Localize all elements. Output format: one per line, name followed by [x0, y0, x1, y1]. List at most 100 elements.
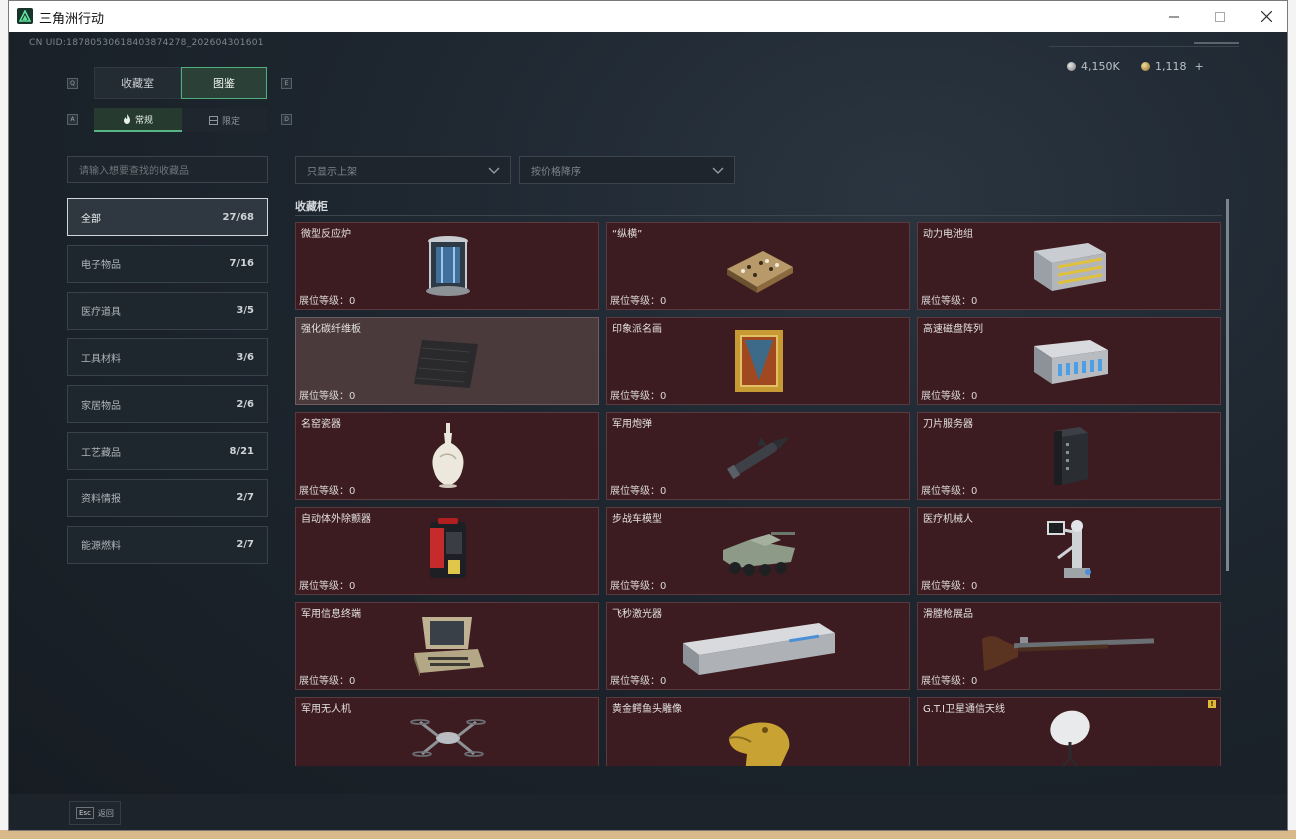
key-hint-a: A: [67, 114, 78, 125]
collection-card[interactable]: “纵横” 展位等级：0: [606, 222, 910, 310]
micro-reactor-icon: [408, 233, 488, 299]
collection-card[interactable]: 医疗机械人 展位等级：0: [917, 507, 1221, 595]
collection-card[interactable]: 滑膛枪展品 展位等级：0: [917, 602, 1221, 690]
item-level: 展位等级：0: [921, 296, 978, 307]
medical-robot-icon: [1030, 518, 1110, 584]
desktop-background-bottom: [0, 830, 1296, 839]
category-label: 工具材料: [81, 353, 121, 365]
collection-card[interactable]: 军用信息终端 展位等级：0: [295, 602, 599, 690]
military-terminal-icon: [408, 613, 488, 679]
blade-server-icon: [1030, 423, 1110, 489]
item-name: 军用信息终端: [301, 609, 361, 620]
item-level: 展位等级：0: [610, 391, 667, 402]
item-name: 黄金鳄鱼头雕像: [612, 704, 682, 715]
gold-crocodile-icon: [719, 708, 799, 766]
category-item[interactable]: 能源燃料 2/7: [67, 525, 268, 564]
chevron-down-icon: [711, 163, 725, 180]
category-item[interactable]: 全部 27/68: [67, 198, 268, 236]
collection-card[interactable]: 名窑瓷器 展位等级：0: [295, 412, 599, 500]
search-input[interactable]: 请输入想要查找的收藏品: [67, 156, 268, 183]
maximize-button[interactable]: [1197, 1, 1243, 32]
drone-icon: [408, 708, 488, 766]
item-name: 自动体外除颤器: [301, 514, 371, 525]
item-name: 动力电池组: [923, 229, 973, 240]
category-label: 家居物品: [81, 400, 121, 412]
back-label: 返回: [97, 808, 114, 818]
satellite-dish-icon: [1030, 708, 1110, 766]
chessboard-icon: [719, 233, 799, 299]
category-item[interactable]: 医疗道具 3/5: [67, 291, 268, 330]
filter-shelf-dropdown[interactable]: 只显示上架: [295, 156, 511, 184]
category-label: 全部: [81, 213, 101, 225]
collection-card[interactable]: 黄金鳄鱼头雕像: [606, 697, 910, 766]
category-item[interactable]: 家居物品 2/6: [67, 385, 268, 424]
item-name: “纵横”: [612, 229, 643, 240]
category-item[interactable]: 工具材料 3/6: [67, 338, 268, 377]
close-button[interactable]: [1243, 1, 1287, 32]
game-viewport: CN UID:18780530618403874278_202604301601…: [9, 32, 1287, 830]
item-level: 展位等级：0: [610, 486, 667, 497]
tab-limited[interactable]: 限定: [182, 108, 267, 132]
back-button[interactable]: Esc 返回: [69, 801, 121, 825]
chevron-down-icon: [487, 163, 501, 180]
collection-card[interactable]: 步战车模型展位等级：0: [606, 507, 910, 595]
item-level: 展位等级：0: [921, 486, 978, 497]
category-label: 电子物品: [81, 260, 121, 272]
collection-card[interactable]: 高速磁盘阵列 展位等级：0: [917, 317, 1221, 405]
add-currency-button[interactable]: +: [1195, 60, 1204, 73]
item-level: 展位等级：0: [921, 581, 978, 592]
collection-card[interactable]: 自动体外除颤器 展位等级：0: [295, 507, 599, 595]
category-count: 8/21: [229, 445, 254, 457]
section-divider: [295, 215, 1222, 216]
top-divider: [1049, 46, 1239, 47]
category-label: 工艺藏品: [81, 447, 121, 459]
item-name: 高速磁盘阵列: [923, 324, 983, 335]
item-name: 滑膛枪展品: [923, 609, 973, 620]
item-name: 刀片服务器: [923, 419, 973, 430]
category-item[interactable]: 资料情报 2/7: [67, 478, 268, 517]
section-title: 收藏柜: [295, 200, 328, 213]
gold-currency[interactable]: 1,118 +: [1141, 60, 1204, 73]
item-level: 展位等级：0: [299, 581, 356, 592]
collection-card[interactable]: 飞秒激光器 展位等级：0: [606, 602, 910, 690]
category-item[interactable]: 工艺藏品 8/21: [67, 432, 268, 470]
category-label: 医疗道具: [81, 307, 121, 319]
category-count: 7/16: [229, 258, 254, 270]
tab-codex[interactable]: 图鉴: [181, 67, 267, 99]
window-title: 三角洲行动: [39, 12, 105, 27]
collection-card[interactable]: 军用无人机: [295, 697, 599, 766]
top-divider-accent: [1194, 42, 1239, 44]
title-bar: 三角洲行动: [9, 1, 1287, 32]
item-level: 展位等级：0: [610, 296, 667, 307]
category-label: 能源燃料: [81, 541, 121, 553]
item-name: 军用无人机: [301, 704, 351, 715]
collection-card[interactable]: 动力电池组展位等级：0: [917, 222, 1221, 310]
tab-collection-room[interactable]: 收藏室: [94, 67, 181, 99]
collection-card[interactable]: 强化碳纤维板 展位等级：0: [295, 317, 599, 405]
item-level: 展位等级：0: [299, 391, 356, 402]
femto-laser-icon: [679, 613, 839, 679]
item-level: 展位等级：0: [299, 296, 356, 307]
collection-card[interactable]: 军用炮弹 展位等级：0: [606, 412, 910, 500]
collection-card[interactable]: 印象派名画 展位等级：0: [606, 317, 910, 405]
collection-card[interactable]: 微型反应炉 展位等级：0: [295, 222, 599, 310]
ifv-model-icon: [719, 518, 799, 584]
category-count: 3/5: [236, 305, 254, 317]
scrollbar[interactable]: [1226, 199, 1229, 571]
item-name: G.T.I卫星通信天线: [923, 704, 1005, 715]
minimize-button[interactable]: [1151, 1, 1197, 32]
silver-coin-icon: [1067, 62, 1076, 71]
artillery-shell-icon: [719, 423, 799, 489]
category-count: 2/7: [236, 539, 254, 551]
item-level: 展位等级：0: [610, 581, 667, 592]
sort-order-dropdown[interactable]: 按价格降序: [519, 156, 735, 184]
category-item[interactable]: 电子物品 7/16: [67, 244, 268, 283]
app-logo-icon: [17, 8, 33, 24]
category-count: 3/6: [236, 351, 254, 363]
item-name: 步战车模型: [612, 514, 662, 525]
tab-regular[interactable]: 常规: [94, 108, 182, 132]
collection-card[interactable]: G.T.I卫星通信天线!: [917, 697, 1221, 766]
box-icon: [208, 115, 218, 125]
collection-card[interactable]: 刀片服务器展位等级：0: [917, 412, 1221, 500]
item-level: 展位等级：0: [610, 676, 667, 687]
